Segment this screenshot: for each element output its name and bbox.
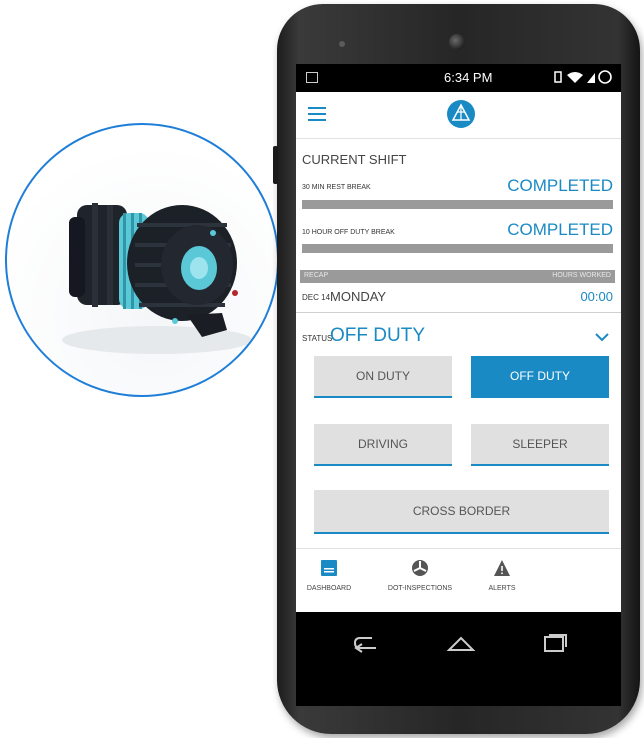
alert-icon — [494, 560, 510, 576]
rest-break-status: COMPLETED — [507, 176, 613, 195]
tab-alerts[interactable]: ALERTS — [482, 559, 522, 592]
tab-dot-inspections[interactable]: DOT-INSPECTIONS — [380, 559, 460, 592]
dashboard-icon — [321, 560, 337, 576]
inspection-icon — [412, 560, 428, 576]
eld-device-image — [62, 203, 252, 354]
off-duty-break-progress — [302, 244, 613, 253]
status-value: OFF DUTY — [330, 325, 425, 346]
tab-dashboard[interactable]: DASHBOARD — [304, 559, 354, 592]
cross-border-button[interactable]: CROSS BORDER — [314, 490, 609, 534]
app-bar — [296, 92, 621, 139]
status-label: STATUS — [302, 334, 333, 343]
recap-day: MONDAY — [330, 289, 387, 304]
hamburger-icon[interactable] — [308, 107, 326, 121]
off-duty-button[interactable]: OFF DUTY — [471, 356, 609, 398]
rest-break-progress — [302, 200, 613, 209]
off-duty-break-label: 10 HOUR OFF DUTY BREAK — [302, 229, 395, 236]
hours-worked-label: HOURS WORKED — [552, 272, 611, 279]
app-logo-icon — [447, 100, 475, 128]
phone-sensor — [339, 41, 345, 47]
android-nav-bar — [296, 612, 621, 684]
notification-icon — [306, 72, 318, 83]
on-duty-button[interactable]: ON DUTY — [314, 356, 452, 398]
status-time: 6:34 PM — [444, 70, 493, 85]
side-button — [273, 146, 278, 184]
tab-dot-inspections-label: DOT-INSPECTIONS — [387, 585, 453, 592]
current-shift-title: CURRENT SHIFT — [302, 152, 407, 167]
back-icon[interactable] — [352, 632, 382, 654]
bottom-tab-bar: DASHBOARD DOT-INSPECTIONS ALERTS — [296, 548, 621, 613]
chevron-down-icon[interactable] — [595, 332, 609, 342]
recap-date: DEC 14 — [302, 293, 331, 302]
recents-icon[interactable] — [540, 632, 570, 654]
app-content: CURRENT SHIFT 30 MIN REST BREAK COMPLETE… — [296, 92, 621, 613]
status-bar: 6:34 PM — [296, 64, 621, 92]
hours-worked-value: 00:00 — [580, 289, 613, 304]
home-icon[interactable] — [446, 632, 476, 654]
status-icons — [553, 69, 613, 88]
recap-header: RECAP HOURS WORKED — [300, 270, 615, 283]
off-duty-break-status: COMPLETED — [507, 220, 613, 239]
sleeper-button[interactable]: SLEEPER — [471, 424, 609, 466]
front-camera — [449, 34, 465, 50]
section-divider — [296, 312, 621, 313]
rest-break-label: 30 MIN REST BREAK — [302, 184, 371, 191]
phone-screen: 6:34 PM CURRENT SHIFT 30 MIN REST BREAK … — [296, 64, 621, 706]
tab-dashboard-label: DASHBOARD — [306, 585, 352, 592]
device-photo-circle — [5, 123, 279, 397]
tab-alerts-label: ALERTS — [488, 585, 516, 592]
recap-label: RECAP — [304, 272, 329, 279]
driving-button[interactable]: DRIVING — [314, 424, 452, 466]
